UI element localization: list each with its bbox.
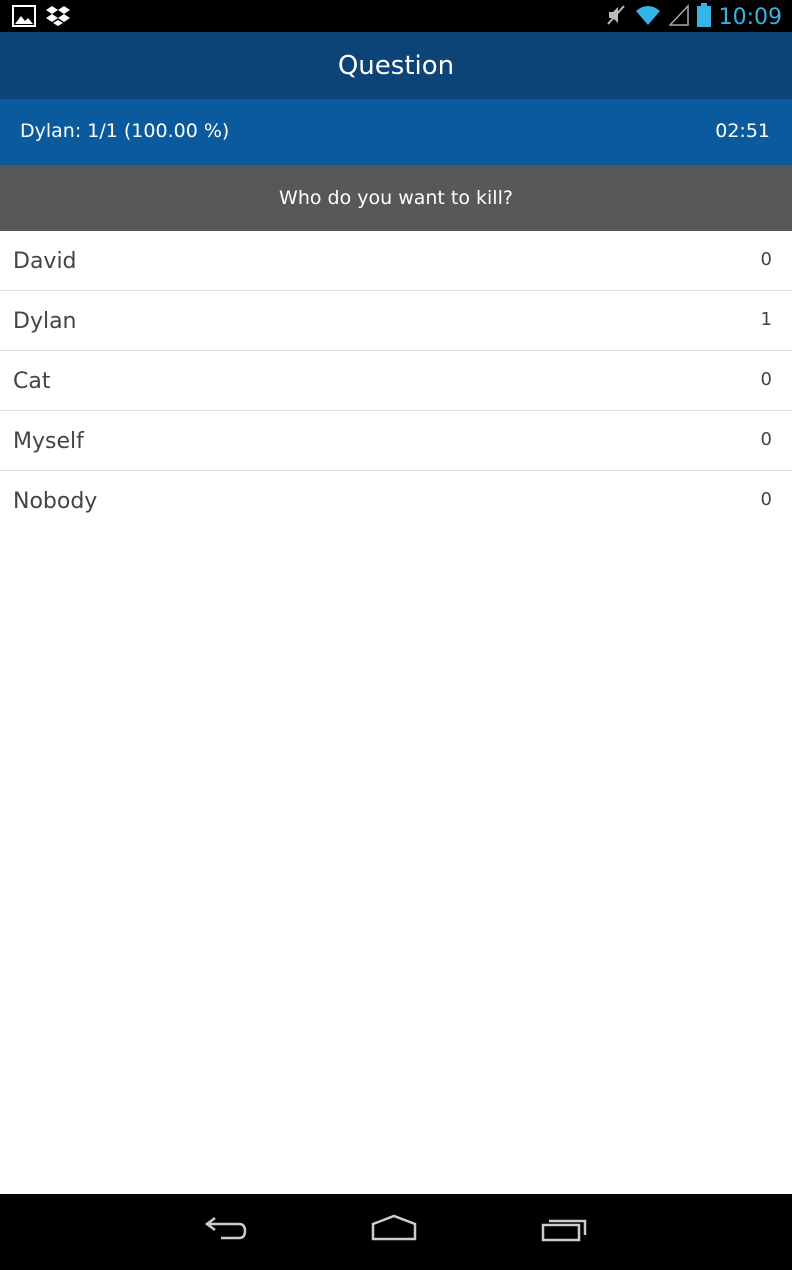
- question-bar: Who do you want to kill?: [0, 165, 792, 231]
- battery-icon: [696, 3, 711, 32]
- answer-label: Myself: [13, 429, 84, 454]
- wifi-icon: [635, 4, 661, 31]
- answer-row-nobody[interactable]: Nobody 0: [0, 471, 792, 530]
- answer-label: Cat: [13, 369, 51, 394]
- countdown-timer: 02:51: [715, 120, 770, 142]
- answer-list: David 0 Dylan 1 Cat 0 Myself 0 Nobody 0: [0, 231, 792, 530]
- answer-row-david[interactable]: David 0: [0, 231, 792, 291]
- gallery-icon: [12, 5, 36, 32]
- home-icon: [369, 1213, 419, 1248]
- recent-apps-button[interactable]: [536, 1210, 592, 1250]
- answer-row-cat[interactable]: Cat 0: [0, 351, 792, 411]
- answer-count: 0: [760, 489, 772, 510]
- back-button[interactable]: [198, 1210, 254, 1250]
- answer-count: 0: [760, 429, 772, 450]
- question-text: Who do you want to kill?: [279, 187, 513, 209]
- answer-label: Nobody: [13, 489, 98, 514]
- answer-label: David: [13, 249, 77, 274]
- clock: 10:09: [718, 4, 782, 30]
- answer-row-myself[interactable]: Myself 0: [0, 411, 792, 471]
- dropbox-icon: [46, 5, 70, 32]
- back-icon: [203, 1214, 249, 1247]
- home-button[interactable]: [366, 1210, 422, 1250]
- status-bar: 10:09: [0, 0, 792, 32]
- page-title: Question: [337, 50, 455, 81]
- navigation-bar: [0, 1194, 792, 1270]
- answer-row-dylan[interactable]: Dylan 1: [0, 291, 792, 351]
- score-text: Dylan: 1/1 (100.00 %): [20, 120, 230, 142]
- signal-icon: [667, 4, 689, 31]
- answer-count: 1: [760, 309, 772, 330]
- answer-count: 0: [760, 369, 772, 390]
- answer-label: Dylan: [13, 309, 77, 334]
- answer-count: 0: [760, 249, 772, 270]
- mute-icon: [605, 4, 627, 31]
- title-bar: Question: [0, 32, 792, 99]
- score-bar: Dylan: 1/1 (100.00 %) 02:51: [0, 99, 792, 165]
- recent-apps-icon: [539, 1213, 589, 1248]
